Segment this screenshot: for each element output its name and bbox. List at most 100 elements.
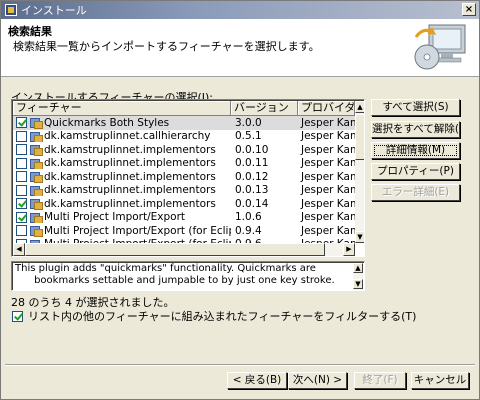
column-header-version[interactable]: バージョン [231, 101, 298, 116]
install-wizard-icon [414, 24, 466, 70]
description-scroll-down-button[interactable]: ▼ [353, 279, 363, 289]
feature-provider: Jesper Kam [301, 197, 355, 210]
feature-version: 1.0.6 [235, 211, 262, 224]
more-info-button[interactable]: 詳細情報(M) [371, 142, 460, 159]
horizontal-scrollbar[interactable]: ◀ ▶ [13, 243, 355, 256]
feature-provider: Jesper Kam [301, 224, 355, 237]
feature-name: Multi Project Import/Export [44, 211, 186, 224]
scroll-up-button[interactable]: ▲ [355, 101, 364, 113]
properties-button[interactable]: プロパティー(P) [371, 163, 460, 180]
feature-checkbox[interactable] [16, 198, 27, 210]
eclipse-icon [5, 4, 17, 16]
table-row[interactable]: Multi Project Import/Export 1.0.6 Jesper K… [13, 211, 355, 225]
feature-icon [30, 171, 43, 183]
feature-checkbox[interactable] [16, 130, 27, 142]
page-title: 検索結果 [8, 25, 52, 38]
feature-name: dk.kamstruplinnet.callhierarchy [44, 130, 211, 143]
table-row[interactable]: dk.kamstruplinnet.implementors 0.0.10 Jesp… [13, 143, 355, 157]
description-scroll-up-button[interactable]: ▲ [353, 263, 363, 273]
table-row[interactable]: dk.kamstruplinnet.callhierarchy 0.5.1 Jesp… [13, 130, 355, 144]
feature-name-cell: Multi Project Import/Export [13, 211, 231, 224]
table-row[interactable]: Quickmarks Both Styles 3.0.0 Jesper Kam [13, 116, 355, 130]
feature-provider: Jesper Kam [301, 143, 355, 156]
feature-icon [30, 117, 43, 129]
page-description: 検索結果一覧からインポートするフィーチャーを選択します。 [13, 40, 320, 53]
back-button[interactable]: < 戻る(B) [227, 372, 287, 389]
feature-provider: Jesper Kam [301, 211, 355, 224]
feature-icon [30, 144, 43, 156]
scroll-left-button[interactable]: ◀ [13, 243, 25, 256]
finish-button: 終了(F) [354, 372, 406, 389]
feature-name: dk.kamstruplinnet.implementors [44, 184, 216, 197]
feature-icon [30, 158, 43, 170]
description-scrollbar[interactable]: ▲ ▼ [353, 263, 363, 290]
features-table[interactable]: フィーチャー バージョン プロバイダー Quickmarks Both Styl… [11, 99, 365, 257]
feature-provider: Jesper Kam [301, 157, 355, 170]
feature-version: 3.0.0 [235, 116, 262, 129]
vertical-scrollbar[interactable]: ▲ ▼ [355, 101, 364, 243]
feature-name: Quickmarks Both Styles [44, 116, 170, 129]
feature-description: This plugin adds "quickmarks" functional… [15, 263, 335, 286]
feature-version: 0.0.11 [235, 157, 269, 170]
table-row[interactable]: dk.kamstruplinnet.implementors 0.0.11 Jesp… [13, 157, 355, 171]
close-button[interactable]: × [462, 3, 476, 16]
feature-provider: Jesper Kam [301, 116, 355, 129]
feature-version: 0.0.12 [235, 170, 269, 183]
column-header-feature[interactable]: フィーチャー [13, 101, 231, 116]
cancel-button[interactable]: キャンセル [411, 372, 469, 389]
table-row[interactable]: dk.kamstruplinnet.implementors 0.0.13 Jesp… [13, 184, 355, 198]
feature-name-cell: Multi Project Import/Export (for Eclipse… [13, 225, 231, 237]
feature-version: 0.5.1 [235, 130, 262, 143]
footer-separator [5, 364, 475, 366]
vertical-scroll-thumb[interactable] [355, 114, 364, 160]
feature-checkbox[interactable] [16, 171, 27, 183]
feature-name-cell: dk.kamstruplinnet.implementors [13, 144, 231, 156]
feature-name-cell: dk.kamstruplinnet.callhierarchy [13, 130, 231, 143]
feature-name-cell: dk.kamstruplinnet.implementors [13, 198, 231, 210]
feature-name-cell: Quickmarks Both Styles [13, 117, 231, 129]
feature-icon [30, 185, 43, 197]
feature-name-cell: dk.kamstruplinnet.implementors [13, 157, 231, 170]
table-row[interactable]: dk.kamstruplinnet.implementors 0.0.12 Jesp… [13, 170, 355, 184]
feature-name: dk.kamstruplinnet.implementors [44, 197, 216, 210]
feature-checkbox[interactable] [16, 144, 27, 156]
title-bar: インストール × [1, 1, 479, 19]
filter-label: リスト内の他のフィーチャーに組み込まれたフィーチャーをフィルターする(T) [28, 310, 417, 323]
feature-icon [30, 198, 43, 210]
column-header-provider[interactable]: プロバイダー [298, 101, 355, 116]
install-dialog: インストール × 検索結果 検索結果一覧からインポートするフィーチャーを選択しま… [0, 0, 480, 400]
feature-name: Multi Project Import/Export (for Eclipse… [44, 224, 231, 237]
feature-name-cell: dk.kamstruplinnet.implementors [13, 171, 231, 183]
feature-name-cell: dk.kamstruplinnet.implementors [13, 184, 231, 197]
filter-checkbox[interactable] [12, 310, 23, 322]
feature-checkbox[interactable] [16, 211, 27, 223]
wizard-header: 検索結果 検索結果一覧からインポートするフィーチャーを選択します。 [1, 19, 479, 77]
horizontal-scroll-thumb[interactable] [25, 243, 325, 256]
feature-version: 0.0.10 [235, 143, 269, 156]
table-row[interactable]: Multi Project Import/Export (for Eclipse… [13, 224, 355, 238]
feature-name: dk.kamstruplinnet.implementors [44, 157, 216, 170]
feature-checkbox[interactable] [16, 117, 27, 129]
feature-name: dk.kamstruplinnet.implementors [44, 143, 216, 156]
feature-provider: Jesper Kam [301, 170, 355, 183]
table-row[interactable]: dk.kamstruplinnet.implementors 0.0.14 Jesp… [13, 197, 355, 211]
scroll-right-button[interactable]: ▶ [343, 243, 355, 256]
feature-checkbox[interactable] [16, 157, 27, 169]
next-button[interactable]: 次へ(N) > [288, 372, 347, 389]
select-all-button[interactable]: すべて選択(S) [371, 99, 460, 116]
feature-checkbox[interactable] [16, 225, 27, 237]
feature-version: 0.9.4 [235, 224, 262, 237]
error-details-button: エラー詳細(E) [371, 184, 460, 201]
feature-icon [30, 212, 43, 224]
scroll-down-button[interactable]: ▼ [355, 231, 364, 243]
feature-description-box[interactable]: This plugin adds "quickmarks" functional… [11, 261, 365, 291]
feature-provider: Jesper Kam [301, 184, 355, 197]
filter-option[interactable]: リスト内の他のフィーチャーに組み込まれたフィーチャーをフィルターする(T) [11, 308, 416, 324]
feature-checkbox[interactable] [16, 184, 27, 196]
feature-icon [30, 131, 43, 143]
deselect-all-button[interactable]: 選択をすべて解除(D) [371, 121, 460, 138]
window-title: インストール [21, 4, 87, 17]
feature-provider: Jesper Kam [301, 130, 355, 143]
feature-version: 0.0.14 [235, 197, 269, 210]
table-body: Quickmarks Both Styles 3.0.0 Jesper Kam dk.… [13, 116, 355, 251]
